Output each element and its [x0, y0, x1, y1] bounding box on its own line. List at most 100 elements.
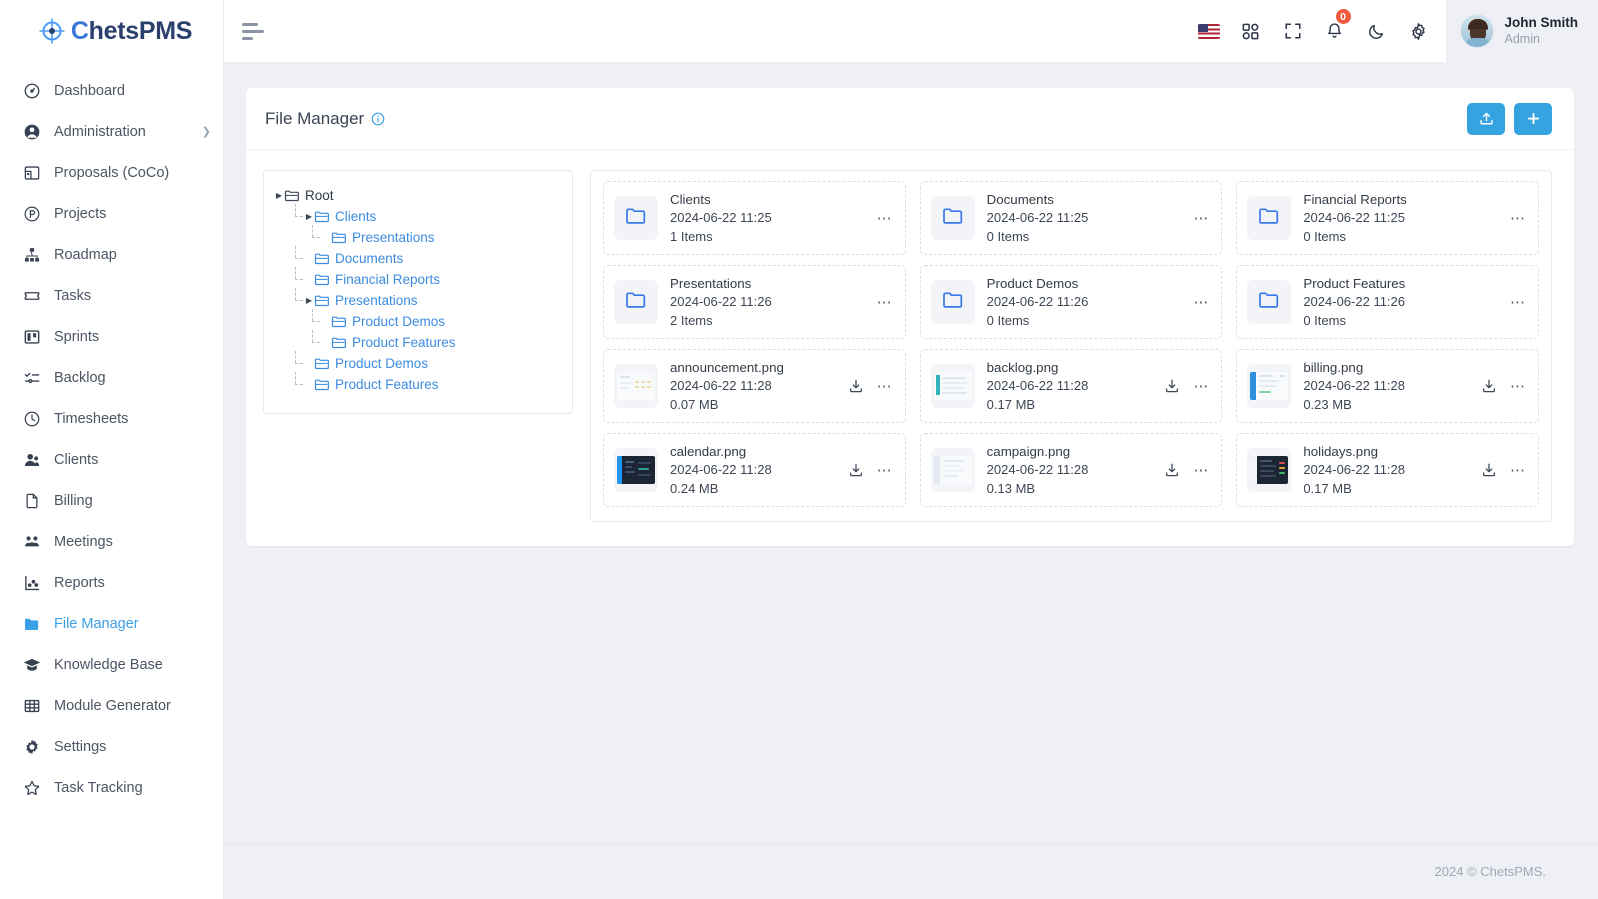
download-icon[interactable]	[848, 378, 864, 394]
folder-icon	[314, 272, 329, 287]
sidebar-item-reports[interactable]: Reports	[0, 562, 223, 603]
sidebar-item-timesheets[interactable]: Timesheets	[0, 398, 223, 439]
tree-node[interactable]: ▶ Product Features	[274, 330, 562, 353]
tree-node[interactable]: ▶ Presentations	[274, 225, 562, 248]
tree-node-label[interactable]: Presentations	[335, 293, 418, 308]
tree-node-label[interactable]: Product Features	[335, 377, 439, 392]
sidebar-item-module-generator[interactable]: Module Generator	[0, 685, 223, 726]
chevron-right-icon[interactable]: ❯	[202, 125, 211, 138]
folder-card[interactable]: Presentations 2024-06-22 11:26 2 Items ⋯	[603, 265, 906, 339]
fullscreen-button[interactable]	[1272, 0, 1314, 62]
file-card-actions: ⋯	[1164, 462, 1209, 478]
tree-node-label[interactable]: Presentations	[352, 230, 435, 245]
sidebar-item-file-manager[interactable]: File Manager	[0, 603, 223, 644]
tree-node[interactable]: ▶ Product Features	[274, 372, 562, 395]
more-options-icon[interactable]: ⋯	[1193, 463, 1209, 478]
tree-node[interactable]: ▶ Root	[274, 185, 562, 206]
tree-expand-caret[interactable]: ▶	[304, 296, 314, 305]
settings-button[interactable]	[1398, 0, 1440, 62]
tree-node[interactable]: ▶ Presentations	[274, 288, 562, 311]
sidebar-item-administration[interactable]: Administration ❯	[0, 111, 223, 152]
download-icon[interactable]	[1481, 378, 1497, 394]
hamburger-icon[interactable]	[242, 22, 268, 40]
tree-node[interactable]: ▶ Financial Reports	[274, 267, 562, 290]
sidebar-item-meetings[interactable]: Meetings	[0, 521, 223, 562]
folder-card[interactable]: Clients 2024-06-22 11:25 1 Items ⋯	[603, 181, 906, 255]
footer: 2024 © ChetsPMS.	[224, 843, 1598, 899]
download-icon[interactable]	[1164, 462, 1180, 478]
more-options-icon[interactable]: ⋯	[1510, 379, 1526, 394]
file-card[interactable]: backlog.png 2024-06-22 11:28 0.17 MB ⋯	[919, 349, 1223, 423]
tree-node-label[interactable]: Product Features	[352, 335, 456, 350]
sidebar-item-clients[interactable]: Clients	[0, 439, 223, 480]
file-card[interactable]: billing.png 2024-06-22 11:28 0.23 MB ⋯	[1236, 349, 1539, 423]
file-card[interactable]: announcement.png 2024-06-22 11:28 0.07 MB …	[603, 349, 906, 423]
add-button[interactable]	[1514, 102, 1552, 135]
more-options-icon[interactable]: ⋯	[1193, 211, 1209, 226]
file-date: 2024-06-22 11:28	[986, 377, 1089, 393]
page-title: File Manager	[265, 108, 365, 128]
brand-initial: C	[70, 16, 89, 45]
download-icon[interactable]	[848, 462, 864, 478]
sidebar-item-billing[interactable]: Billing	[0, 480, 223, 521]
user-profile-menu[interactable]: John Smith Admin	[1445, 0, 1598, 62]
image-thumbnail	[933, 456, 972, 484]
brand-logo-area[interactable]: ChetsPMS	[0, 0, 223, 62]
more-options-icon[interactable]: ⋯	[877, 295, 893, 310]
notifications-button[interactable]: 0	[1314, 0, 1356, 62]
more-options-icon[interactable]: ⋯	[877, 463, 893, 478]
more-options-icon[interactable]: ⋯	[877, 379, 893, 394]
info-circle-icon[interactable]	[371, 112, 385, 126]
sidebar-item-backlog[interactable]: Backlog	[0, 357, 223, 398]
file-manager-card: File Manager ▶ Root ▶ Clients Presentati…	[246, 88, 1574, 546]
folder-card[interactable]: Financial Reports 2024-06-22 11:25 0 Items…	[1236, 181, 1539, 255]
sidebar-item-task-tracking[interactable]: Task Tracking	[0, 767, 223, 808]
file-card-actions: ⋯	[1481, 462, 1526, 478]
more-options-icon[interactable]: ⋯	[1510, 295, 1526, 310]
folder-item-count: 0 Items	[986, 228, 1030, 244]
folder-icon	[1257, 204, 1281, 233]
list-check-icon	[22, 368, 41, 387]
more-options-icon[interactable]: ⋯	[1193, 379, 1209, 394]
file-card[interactable]: holidays.png 2024-06-22 11:28 0.17 MB ⋯	[1236, 433, 1539, 507]
file-meta: billing.png 2024-06-22 11:28 0.23 MB	[1303, 358, 1469, 415]
folder-card[interactable]: Product Demos 2024-06-22 11:26 0 Items ⋯	[919, 265, 1223, 339]
file-name: Clients	[670, 191, 711, 207]
tree-node-label[interactable]: Financial Reports	[335, 272, 440, 287]
sidebar-item-roadmap[interactable]: Roadmap	[0, 234, 223, 275]
tree-node-label[interactable]: Product Demos	[352, 314, 445, 329]
tree-expand-caret[interactable]: ▶	[304, 212, 314, 221]
folder-card[interactable]: Documents 2024-06-22 11:25 0 Items ⋯	[919, 181, 1223, 255]
tree-node[interactable]: ▶ Product Demos	[274, 351, 562, 374]
more-options-icon[interactable]: ⋯	[1510, 211, 1526, 226]
sidebar-item-settings[interactable]: Settings	[0, 726, 223, 767]
board-icon	[22, 327, 41, 346]
tree-expand-caret[interactable]: ▶	[274, 191, 284, 200]
sidebar-item-sprints[interactable]: Sprints	[0, 316, 223, 357]
more-options-icon[interactable]: ⋯	[1510, 463, 1526, 478]
sidebar-item-tasks[interactable]: Tasks	[0, 275, 223, 316]
more-options-icon[interactable]: ⋯	[877, 211, 893, 226]
download-icon[interactable]	[1481, 462, 1497, 478]
tree-node-label[interactable]: Root	[305, 188, 334, 203]
upload-button[interactable]	[1467, 102, 1505, 135]
sidebar-item-proposals-coco[interactable]: Proposals (CoCo)	[0, 152, 223, 193]
tree-node[interactable]: ▶ Clients	[274, 204, 562, 227]
file-date: 2024-06-22 11:26	[986, 293, 1089, 309]
file-card[interactable]: calendar.png 2024-06-22 11:28 0.24 MB ⋯	[603, 433, 906, 507]
apps-grid-button[interactable]	[1230, 0, 1272, 62]
download-icon[interactable]	[1164, 378, 1180, 394]
language-flag-button[interactable]	[1188, 0, 1230, 62]
tree-node[interactable]: ▶ Product Demos	[274, 309, 562, 332]
more-options-icon[interactable]: ⋯	[1193, 295, 1209, 310]
tree-node-label[interactable]: Clients	[335, 209, 376, 224]
folder-card[interactable]: Product Features 2024-06-22 11:26 0 Items ⋯	[1236, 265, 1539, 339]
tree-node-label[interactable]: Documents	[335, 251, 403, 266]
dark-mode-toggle[interactable]	[1356, 0, 1398, 62]
tree-node-label[interactable]: Product Demos	[335, 356, 428, 371]
sidebar-item-projects[interactable]: Projects	[0, 193, 223, 234]
sidebar-item-knowledge-base[interactable]: Knowledge Base	[0, 644, 223, 685]
sidebar-item-dashboard[interactable]: Dashboard	[0, 70, 223, 111]
tree-node[interactable]: ▶ Documents	[274, 246, 562, 269]
file-card[interactable]: campaign.png 2024-06-22 11:28 0.13 MB ⋯	[919, 433, 1223, 507]
